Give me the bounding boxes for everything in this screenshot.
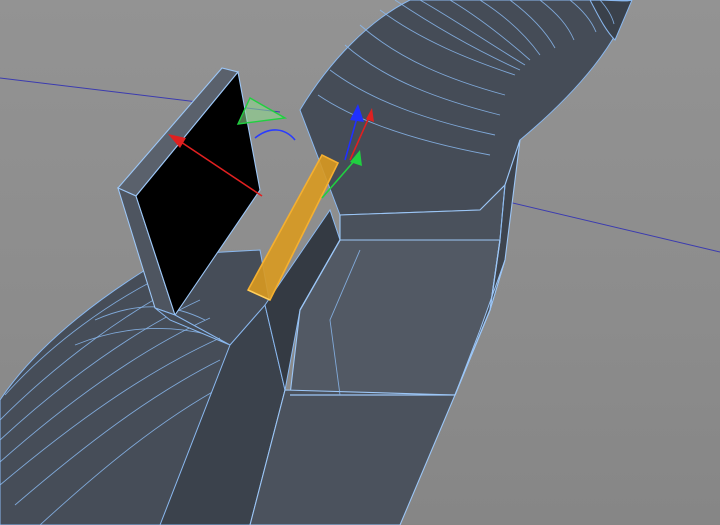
gizmo-rotation-arc-icon[interactable] xyxy=(254,129,296,141)
construction-line-right xyxy=(499,199,720,253)
mesh-right-block-lower[interactable] xyxy=(249,389,456,525)
mesh-upper-tube[interactable] xyxy=(299,0,631,216)
viewport-canvas[interactable] xyxy=(0,0,720,525)
gizmo-plane-handle-icon[interactable] xyxy=(236,97,288,125)
3d-viewport[interactable] xyxy=(0,0,720,525)
